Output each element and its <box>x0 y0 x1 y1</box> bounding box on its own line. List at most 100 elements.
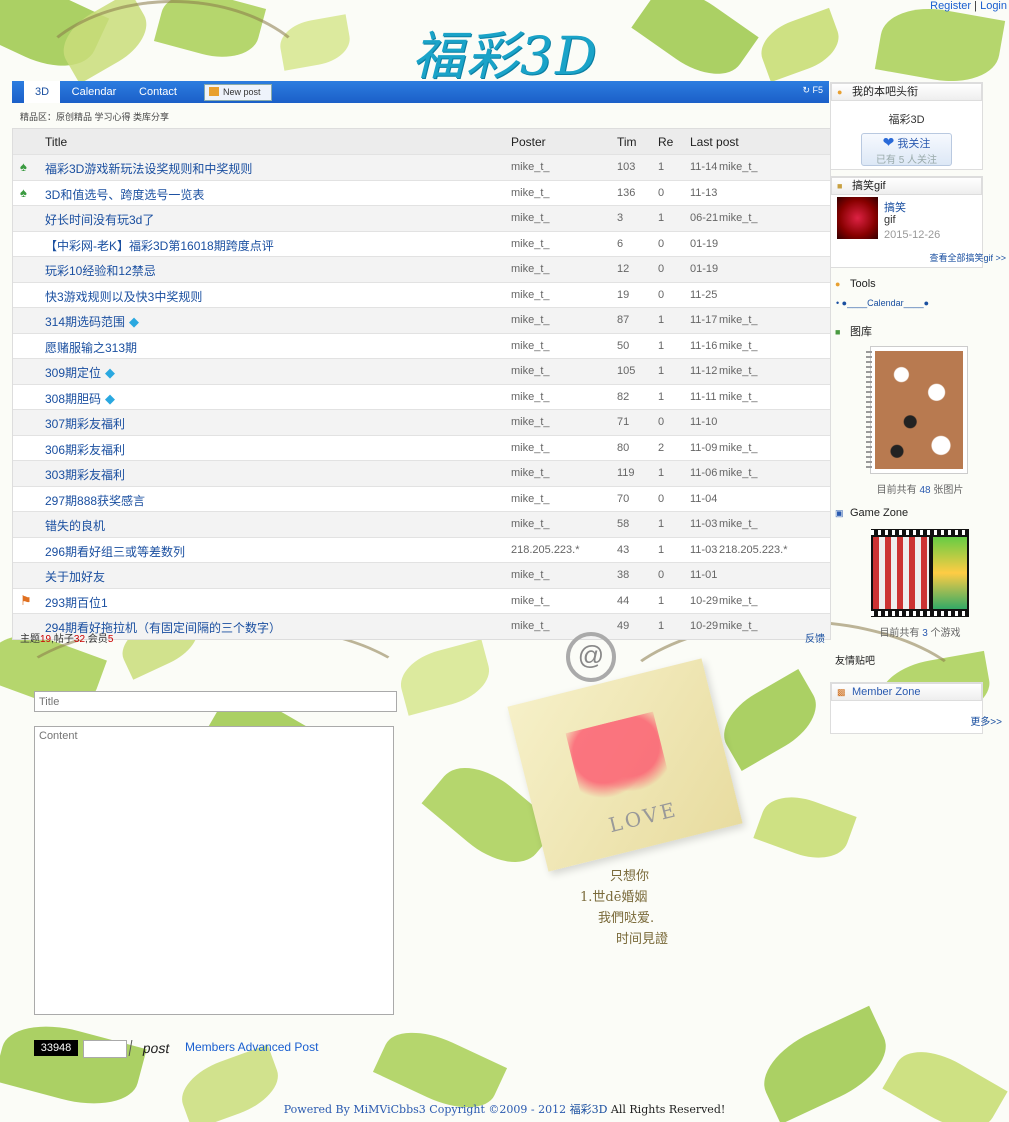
post-button[interactable]: post <box>128 1040 171 1056</box>
thread-title[interactable]: 错失的良机 <box>45 517 105 534</box>
member-more-link[interactable]: 更多>> <box>970 713 1002 728</box>
thread-last-poster[interactable]: 218.205.223.* <box>719 544 788 556</box>
thread-poster[interactable]: mike_t_ <box>511 161 550 173</box>
gallery-caption: 目前共有 48 张图片 <box>830 481 1009 496</box>
thread-poster[interactable]: mike_t_ <box>511 467 550 479</box>
thread-replies: 1 <box>658 365 665 377</box>
thread-title[interactable]: 297期888获奖感言 <box>45 492 145 509</box>
table-row: 306期彩友福利 mike_t_ 80 2 11-09 mike_t_ <box>13 434 830 461</box>
thread-poster[interactable]: mike_t_ <box>511 595 550 607</box>
register-link[interactable]: Register <box>930 0 971 12</box>
thread-last-poster[interactable]: mike_t_ <box>719 391 758 403</box>
thread-title[interactable]: 好长时间没有玩3d了 <box>45 211 154 228</box>
site-logo[interactable]: 福彩3D <box>412 14 599 89</box>
captcha-input[interactable] <box>83 1040 127 1058</box>
thread-poster[interactable]: 218.205.223.* <box>511 544 580 556</box>
thread-poster[interactable]: mike_t_ <box>511 314 550 326</box>
thread-last-poster[interactable]: mike_t_ <box>719 620 758 632</box>
thread-table: Title Poster Tim Re Last post ♠ 福彩3D游戏新玩法… <box>12 128 831 640</box>
game-icon: ♠ <box>20 159 27 174</box>
gallery-photo[interactable] <box>866 346 968 474</box>
thread-title[interactable]: 3D和值选号、跨度选号一览表 <box>45 186 204 203</box>
gallery-caption-post: 张图片 <box>930 485 964 496</box>
tab-calendar[interactable]: Calendar <box>64 81 124 103</box>
thread-title-text: 福彩3D游戏新玩法设奖规则和中奖规则 <box>45 162 253 176</box>
tools-calendar-label: ●____Calendar____● <box>841 298 930 308</box>
tools-calendar-link[interactable]: • ●____Calendar____● <box>836 298 981 308</box>
thread-poster[interactable]: mike_t_ <box>511 340 550 352</box>
gif-thumbnail[interactable] <box>837 197 878 239</box>
thread-title[interactable]: 快3游戏规则以及快3中奖规则 <box>45 288 202 305</box>
thread-poster[interactable]: mike_t_ <box>511 238 550 250</box>
thread-title[interactable]: 296期看好组三或等差数列 <box>45 543 185 560</box>
thread-poster[interactable]: mike_t_ <box>511 416 550 428</box>
thread-poster[interactable]: mike_t_ <box>511 365 550 377</box>
member-panel: ▩ Member Zone 更多>> <box>830 682 1002 734</box>
new-post-icon <box>209 87 219 96</box>
thread-last-poster[interactable]: mike_t_ <box>719 518 758 530</box>
thread-title[interactable]: 303期彩友福利 <box>45 466 125 483</box>
book-icon: ■ <box>837 181 843 191</box>
gif-more-link[interactable]: 查看全部搞笑gif >> <box>929 251 1006 264</box>
thread-last-poster[interactable]: mike_t_ <box>719 212 758 224</box>
new-post-button[interactable]: New post <box>204 84 272 101</box>
table-row: 快3游戏规则以及快3中奖规则 mike_t_ 19 0 11-25 <box>13 281 830 308</box>
gif-item-title[interactable]: 搞笑 <box>884 199 906 215</box>
login-link[interactable]: Login <box>980 0 1007 12</box>
table-row: 294期看好拖拉机（有固定间隔的三个数字） mike_t_ 49 1 10-29 mike… <box>13 613 830 639</box>
thread-last-date: 11-11 <box>690 390 717 403</box>
thread-title[interactable]: 306期彩友福利 <box>45 441 125 458</box>
thread-poster[interactable]: mike_t_ <box>511 263 550 275</box>
thread-poster[interactable]: mike_t_ <box>511 620 550 632</box>
thread-title[interactable]: 314期选码范围 ◆ <box>45 313 139 330</box>
thread-title-text: 愿赌服输之313期 <box>45 340 138 355</box>
thread-poster[interactable]: mike_t_ <box>511 569 550 581</box>
thread-last-poster[interactable]: mike_t_ <box>719 595 758 607</box>
thread-views: 43 <box>617 543 630 556</box>
tab-3d[interactable]: 3D <box>24 81 60 103</box>
thread-title[interactable]: 293期百位1 <box>45 594 108 611</box>
feedback-link[interactable]: 反馈 <box>805 630 825 645</box>
thread-title[interactable]: 福彩3D游戏新玩法设奖规则和中奖规则 <box>45 160 252 177</box>
thread-title[interactable]: 愿赌服输之313期 <box>45 339 137 356</box>
thread-poster[interactable]: mike_t_ <box>511 493 550 505</box>
thread-poster[interactable]: mike_t_ <box>511 187 550 199</box>
gallery-count[interactable]: 48 <box>919 485 930 496</box>
thread-views: 87 <box>617 314 630 326</box>
follow-button[interactable]: ❤ 我关注 已有 5 人关注 <box>861 133 952 166</box>
thread-last-poster[interactable]: mike_t_ <box>719 365 758 377</box>
refresh-button[interactable]: ↻ F5 <box>802 85 823 96</box>
gif-panel: ■ 搞笑gif 搞笑 gif 2015-12-26 查看全部搞笑gif >> <box>830 176 1006 268</box>
thread-views: 105 <box>617 365 636 377</box>
thread-last-poster[interactable]: mike_t_ <box>719 161 758 173</box>
thread-title[interactable]: 308期胆码 ◆ <box>45 390 115 407</box>
gif-item-desc: gif <box>884 214 896 226</box>
thread-title[interactable]: 【中彩网-老K】福彩3D第16018期跨度点评 <box>45 237 274 254</box>
game-caption-pre: 目前共有 <box>879 628 923 639</box>
thread-poster[interactable]: mike_t_ <box>511 289 550 301</box>
thread-poster[interactable]: mike_t_ <box>511 442 550 454</box>
game-filmstrip[interactable] <box>871 529 969 617</box>
thread-last-poster[interactable]: mike_t_ <box>719 467 758 479</box>
thread-title[interactable]: 玩彩10经验和12禁忌 <box>45 262 156 279</box>
thread-last-poster[interactable]: mike_t_ <box>719 314 758 326</box>
footer-site-link[interactable]: 福彩3D <box>570 1103 608 1116</box>
thread-last-poster[interactable]: mike_t_ <box>719 442 758 454</box>
thread-title[interactable]: 关于加好友 <box>45 568 105 585</box>
game-caption: 目前共有 3 个游戏 <box>830 624 1009 639</box>
love-note-decoration: LOVE <box>507 658 743 872</box>
featured-categories[interactable]: 精品区：原创精品 学习心得 类库分享 <box>20 110 169 123</box>
thread-title[interactable]: 307期彩友福利 <box>45 415 125 432</box>
advanced-post-link[interactable]: Members Advanced Post <box>185 1040 318 1054</box>
thread-last-date: 06-21 <box>690 212 719 224</box>
members-icon: ▩ <box>837 687 846 697</box>
post-title-input[interactable] <box>34 691 397 712</box>
tab-contact[interactable]: Contact <box>130 81 186 103</box>
thread-title[interactable]: 309期定位 ◆ <box>45 364 115 381</box>
post-content-input[interactable] <box>34 726 394 1015</box>
thread-poster[interactable]: mike_t_ <box>511 212 550 224</box>
thread-poster[interactable]: mike_t_ <box>511 391 550 403</box>
thread-title-text: 【中彩网-老K】福彩3D第16018期跨度点评 <box>45 238 274 253</box>
thread-last-poster[interactable]: mike_t_ <box>719 340 758 352</box>
thread-poster[interactable]: mike_t_ <box>511 518 550 530</box>
